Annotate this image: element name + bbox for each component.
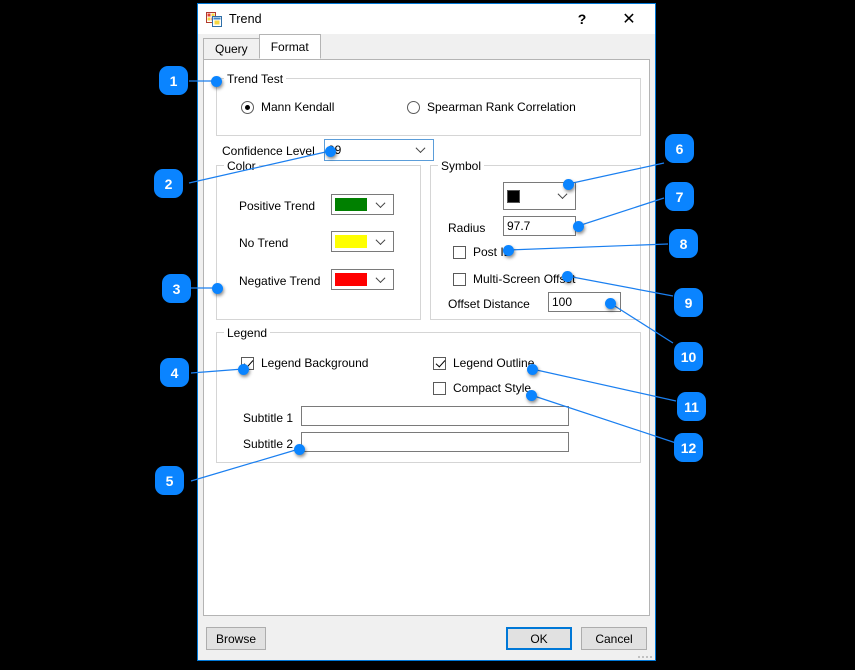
callout-badge-5[interactable]: 5 [155,466,184,495]
callout-dot-3 [212,283,223,294]
window-title: Trend [229,12,262,26]
no-trend-color-combo[interactable] [331,231,394,252]
callout-badge-11[interactable]: 11 [677,392,706,421]
trend-test-group: Trend Test Mann Kendall Spearman Rank Co… [216,72,641,136]
radio-mann-kendall[interactable]: Mann Kendall [241,100,334,114]
offset-distance-label: Offset Distance [448,297,530,311]
negative-trend-label: Negative Trend [239,274,321,288]
tab-format[interactable]: Format [258,34,321,59]
symbol-group: Symbol Radius 97.7 Post ID Multi-Screen … [430,159,641,320]
color-swatch-negative [335,273,367,286]
dialog-button-bar: Browse OK Cancel [198,616,655,660]
callout-badge-4[interactable]: 4 [160,358,189,387]
callout-dot-2 [325,146,336,157]
callout-badge-9[interactable]: 9 [674,288,703,317]
subtitle1-label: Subtitle 1 [243,411,294,425]
compact-style-checkbox[interactable]: Compact Style [433,381,531,395]
multi-screen-offset-checkbox[interactable]: Multi-Screen Offset [453,272,575,286]
legend-outline-checkbox[interactable]: Legend Outline [433,356,534,370]
radius-label: Radius [448,221,486,235]
callout-badge-12[interactable]: 12 [674,433,703,462]
callout-dot-9 [562,271,573,282]
callout-dot-12 [526,390,537,401]
no-trend-label: No Trend [239,236,289,250]
chevron-down-icon [377,236,386,245]
chevron-down-icon [559,191,568,200]
resize-grip[interactable] [638,650,652,658]
checkbox-indicator [453,245,466,259]
multi-screen-offset-label: Multi-Screen Offset [473,272,576,286]
legend-background-checkbox[interactable]: Legend Background [241,356,368,370]
radio-indicator [407,100,420,114]
tab-query[interactable]: Query [203,38,260,59]
callout-dot-4 [238,364,249,375]
confidence-level-combo[interactable]: 99 [324,139,434,161]
subtitle2-label: Subtitle 2 [243,437,294,451]
callout-badge-1[interactable]: 1 [159,66,188,95]
callout-dot-6 [563,179,574,190]
symbol-group-label: Symbol [438,159,485,173]
cancel-button[interactable]: Cancel [581,627,647,650]
legend-group-label: Legend [224,326,271,340]
windows-form-icon [206,11,222,27]
compact-style-label: Compact Style [453,381,532,395]
radius-input[interactable]: 97.7 [503,216,576,236]
radio-mann-kendall-label: Mann Kendall [261,100,335,114]
color-group: Color Positive Trend No Trend Negative T… [216,159,421,320]
positive-trend-color-combo[interactable] [331,194,394,215]
checkbox-indicator [453,272,466,286]
color-swatch-positive [335,198,367,211]
checkbox-indicator [433,381,446,395]
callout-badge-3[interactable]: 3 [162,274,191,303]
callout-badge-10[interactable]: 10 [674,342,703,371]
callout-dot-11 [527,364,538,375]
callout-badge-8[interactable]: 8 [669,229,698,258]
close-icon[interactable]: ✕ [609,4,649,34]
radio-indicator [241,100,254,114]
format-tab-page: Trend Test Mann Kendall Spearman Rank Co… [203,59,650,616]
offset-distance-value: 100 [552,295,573,309]
browse-button[interactable]: Browse [206,627,266,650]
tab-strip: Query Format [198,34,655,59]
legend-background-label: Legend Background [261,356,369,370]
callout-dot-7 [573,221,584,232]
subtitle1-input[interactable] [301,406,569,426]
color-swatch-no-trend [335,235,367,248]
chevron-down-icon [377,199,386,208]
color-group-label: Color [224,159,259,173]
radio-spearman-label: Spearman Rank Correlation [427,100,576,114]
callout-dot-8 [503,245,514,256]
checkbox-indicator [433,356,446,370]
trend-test-group-label: Trend Test [224,72,287,86]
ok-button[interactable]: OK [506,627,572,650]
subtitle2-input[interactable] [301,432,569,452]
callout-dot-5 [294,444,305,455]
negative-trend-color-combo[interactable] [331,269,394,290]
confidence-level-label: Confidence Level [222,144,315,158]
chevron-down-icon [377,274,386,283]
radio-spearman-rank-correlation[interactable]: Spearman Rank Correlation [407,100,576,114]
legend-group: Legend Legend Background Legend Outline … [216,326,641,463]
radius-value: 97.7 [507,219,531,233]
callout-dot-10 [605,298,616,309]
callout-badge-7[interactable]: 7 [665,182,694,211]
help-button[interactable]: ? [562,4,602,34]
callout-badge-2[interactable]: 2 [154,169,183,198]
filled-square-icon [507,189,520,203]
legend-outline-label: Legend Outline [453,356,535,370]
chevron-down-icon [417,145,426,154]
trend-dialog: Trend ? ✕ Query Format Trend Test Mann K… [197,3,656,661]
callout-badge-6[interactable]: 6 [665,134,694,163]
positive-trend-label: Positive Trend [239,199,316,213]
title-bar[interactable]: Trend ? ✕ [198,4,655,34]
callout-dot-1 [211,76,222,87]
